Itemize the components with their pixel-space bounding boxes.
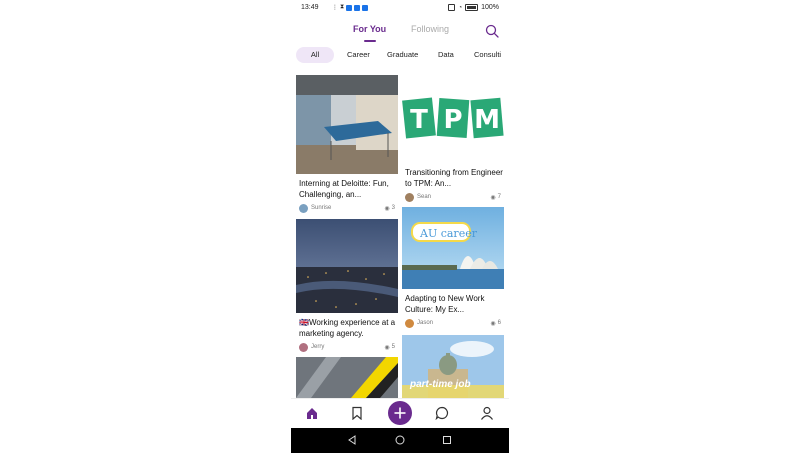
avatar <box>405 192 414 202</box>
tab-following[interactable]: Following <box>411 24 449 34</box>
view-count: 6 <box>497 320 501 326</box>
post-meta: Jerry ◉ 5 <box>299 342 395 352</box>
back-icon[interactable] <box>347 435 357 445</box>
image-caption: AU career <box>420 227 477 240</box>
view-count: 5 <box>391 344 395 350</box>
author-name: Jason <box>417 320 434 326</box>
avatar <box>299 342 308 352</box>
views: ◉ 5 <box>384 344 395 351</box>
app-notification-icon <box>354 4 361 11</box>
author-name: Sunrise <box>311 205 332 211</box>
view-count: 7 <box>497 194 501 200</box>
views: ◉ 3 <box>384 205 395 212</box>
post-meta: Sean ◉ 7 <box>405 192 501 202</box>
feed-card[interactable]: part-time job <box>402 335 504 398</box>
post-meta: Sunrise ◉ 3 <box>299 203 395 213</box>
eye-icon: ◉ <box>490 194 496 201</box>
eye-icon: ◉ <box>384 344 390 351</box>
view-count: 3 <box>391 205 395 211</box>
hourglass-icon: ⧗ <box>340 4 345 10</box>
battery-icon <box>465 4 479 11</box>
status-right: ◔ 100% <box>448 4 499 11</box>
post-title: Transitioning from Engineer to TPM: An..… <box>405 168 503 188</box>
svg-text:T: T <box>410 105 428 135</box>
add-post-button[interactable] <box>388 401 412 425</box>
add-icon <box>394 407 406 419</box>
chip-career[interactable]: Career <box>347 47 370 63</box>
chip-all[interactable]: All <box>296 47 334 63</box>
post-image <box>296 357 398 398</box>
views: ◉ 6 <box>490 320 501 327</box>
app-screen: 13:49 ⋮ ⧗ ◔ 100% For You Following All C… <box>291 0 509 453</box>
post-title: Interning at Deloitte: Fun, Challenging,… <box>299 179 389 199</box>
post-image <box>296 75 398 174</box>
post-image: T P M <box>402 75 504 163</box>
author-name: Sean <box>417 194 432 200</box>
feed-card[interactable]: T P M Transitioning from Engineer to TPM… <box>402 75 504 205</box>
author-name: Jerry <box>311 344 325 350</box>
header-tabs: For You Following <box>291 24 509 44</box>
chip-data[interactable]: Data <box>438 47 454 63</box>
tab-active-indicator <box>364 40 376 42</box>
chat-icon[interactable] <box>435 406 449 420</box>
battery-percent: 100% <box>481 4 499 11</box>
eye-icon: ◉ <box>384 205 390 212</box>
signal-icon: ⋮ <box>332 5 338 11</box>
bookmark-icon[interactable] <box>350 406 364 420</box>
svg-text:P: P <box>443 105 462 135</box>
chip-consulting[interactable]: Consulti <box>474 47 501 63</box>
post-meta: Jason ◉ 6 <box>405 318 501 328</box>
views: ◉ 7 <box>490 194 501 201</box>
home-circle-icon[interactable] <box>395 435 405 445</box>
category-chips: All Career Graduate Data Consulti <box>291 47 509 65</box>
feed-card[interactable] <box>296 357 398 398</box>
profile-icon[interactable] <box>480 406 494 420</box>
post-title: 🇬🇧Working experience at a marketing agen… <box>299 318 396 338</box>
notification-icons: ⋮ ⧗ <box>332 4 369 11</box>
search-icon[interactable] <box>485 24 499 38</box>
wifi-icon: ◔ <box>458 4 463 11</box>
tab-for-you[interactable]: For You <box>353 24 386 34</box>
bottom-nav <box>291 398 509 429</box>
feed-card[interactable]: Interning at Deloitte: Fun, Challenging,… <box>296 75 398 215</box>
image-caption: part-time job <box>410 379 471 390</box>
feed-card[interactable]: AU career Adapting to New Work Culture: … <box>402 207 504 332</box>
recents-icon[interactable] <box>442 435 452 445</box>
avatar <box>405 318 414 328</box>
avatar <box>299 203 308 213</box>
svg-text:M: M <box>474 105 500 135</box>
chip-graduate[interactable]: Graduate <box>387 47 418 63</box>
app-notification-icon <box>346 4 353 11</box>
status-time: 13:49 <box>301 4 319 11</box>
app-notification-icon <box>362 4 369 11</box>
feed-card[interactable]: 🇬🇧Working experience at a marketing agen… <box>296 219 398 354</box>
post-title: Adapting to New Work Culture: My Ex... <box>405 294 485 314</box>
nfc-icon <box>448 4 456 11</box>
eye-icon: ◉ <box>490 320 496 327</box>
system-nav-bar <box>291 428 509 453</box>
status-bar: 13:49 ⋮ ⧗ ◔ 100% <box>291 0 509 16</box>
post-image <box>402 207 504 289</box>
post-image <box>296 219 398 313</box>
home-icon[interactable] <box>305 406 319 420</box>
